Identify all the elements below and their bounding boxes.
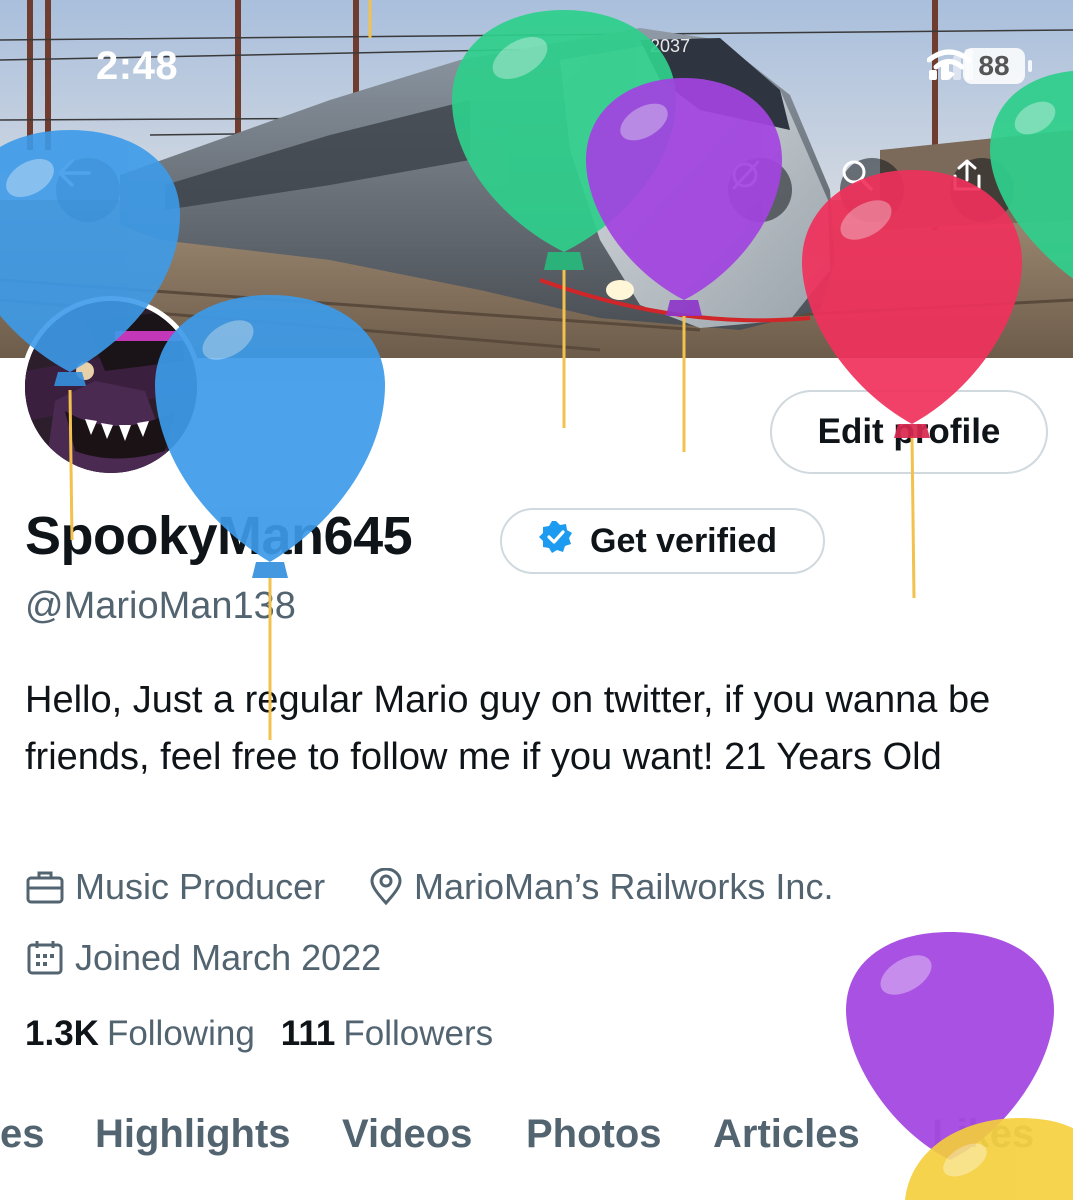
verified-badge-icon <box>538 519 574 564</box>
display-name: SpookyMan645 <box>25 506 413 566</box>
get-verified-label: Get verified <box>590 521 778 560</box>
location-pin-icon <box>368 868 404 906</box>
edit-profile-button[interactable]: Edit profile <box>770 390 1048 474</box>
profile-bio: Hello, Just a regular Mario guy on twitt… <box>25 679 991 778</box>
following-label: Following <box>106 1014 255 1053</box>
tab-photos[interactable]: Photos <box>526 1112 662 1157</box>
followers-link[interactable]: 111 Followers <box>281 1014 493 1054</box>
status-icons: 88 <box>927 48 1032 84</box>
profession-item: Music Producer <box>25 866 325 908</box>
user-handle: @MarioMan138 <box>25 585 296 627</box>
battery-icon: 88 <box>963 48 1032 84</box>
profile-banner: 2037 2:48 88 <box>0 0 1073 358</box>
following-count: 1.3K <box>25 1014 99 1053</box>
avatar-image <box>25 301 197 473</box>
profession-text: Music Producer <box>75 866 326 907</box>
get-verified-button[interactable]: Get verified <box>500 508 825 574</box>
search-button[interactable] <box>840 158 904 222</box>
back-button[interactable] <box>56 158 120 222</box>
followers-label: Followers <box>343 1014 494 1053</box>
share-button[interactable] <box>950 158 1014 222</box>
status-time: 2:48 <box>96 44 179 88</box>
calendar-icon <box>25 939 65 977</box>
tab-likes[interactable]: Likes <box>932 1112 1034 1157</box>
joined-item: Joined March 2022 <box>25 937 381 979</box>
following-link[interactable]: 1.3K Following <box>25 1014 255 1054</box>
profile-tabs: es Highlights Videos Photos Articles Lik… <box>0 1112 1073 1172</box>
tab-videos[interactable]: Videos <box>342 1112 472 1157</box>
briefcase-icon <box>25 869 65 905</box>
follow-stats: 1.3K Following 111 Followers <box>25 1014 493 1054</box>
tab-highlights[interactable]: Highlights <box>95 1112 291 1157</box>
tab-articles[interactable]: Articles <box>713 1112 860 1157</box>
joined-text: Joined March 2022 <box>75 937 382 978</box>
location-item: MarioMan’s Railworks Inc. <box>368 866 833 908</box>
tab-replies[interactable]: es <box>0 1112 45 1157</box>
train-number-text: 2037 <box>650 36 690 56</box>
grok-button[interactable] <box>728 158 792 222</box>
location-text: MarioMan’s Railworks Inc. <box>414 866 834 907</box>
avatar[interactable] <box>20 296 202 478</box>
followers-count: 111 <box>280 1014 336 1053</box>
